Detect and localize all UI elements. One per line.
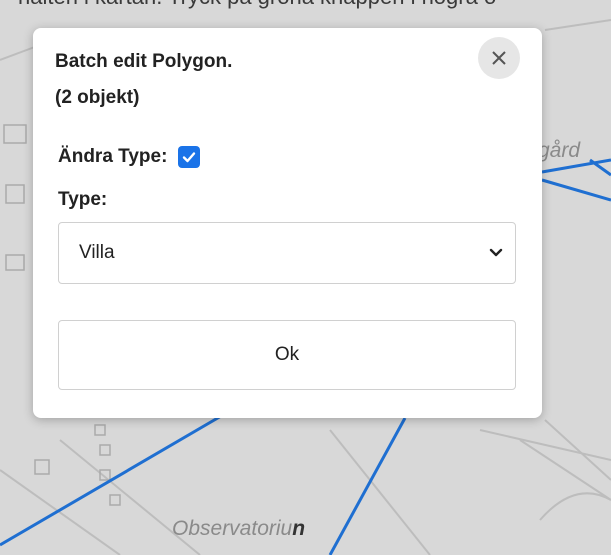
dialog-title-line2: (2 objekt): [55, 87, 140, 108]
chevron-down-icon: [489, 248, 503, 257]
map-place-label: gård: [538, 139, 581, 162]
checkmark-icon: [183, 152, 196, 163]
batch-edit-dialog: Batch edit Polygon. (2 objekt) Ändra Typ…: [33, 28, 542, 418]
type-label: Type:: [58, 189, 108, 210]
change-type-label: Ändra Type:: [58, 146, 168, 167]
map-label-text: Observatoriu: [172, 517, 293, 540]
map-place-label-observatorium: Observatoriun: [172, 517, 305, 541]
change-type-row: Ändra Type:: [58, 146, 201, 168]
close-button[interactable]: [478, 37, 520, 79]
type-select[interactable]: Villa: [58, 222, 516, 284]
close-icon: [492, 51, 506, 65]
change-type-checkbox[interactable]: [178, 146, 201, 168]
map-label-tail: n: [292, 517, 306, 540]
dialog-title: Batch edit Polygon. (2 objekt): [55, 44, 232, 116]
dialog-title-line1: Batch edit Polygon.: [55, 51, 233, 72]
map-instruction-text: halten i kartan. Tryck på gröna knappen …: [18, 0, 496, 10]
type-select-value: Villa: [79, 242, 115, 263]
ok-button[interactable]: Ok: [58, 320, 516, 390]
